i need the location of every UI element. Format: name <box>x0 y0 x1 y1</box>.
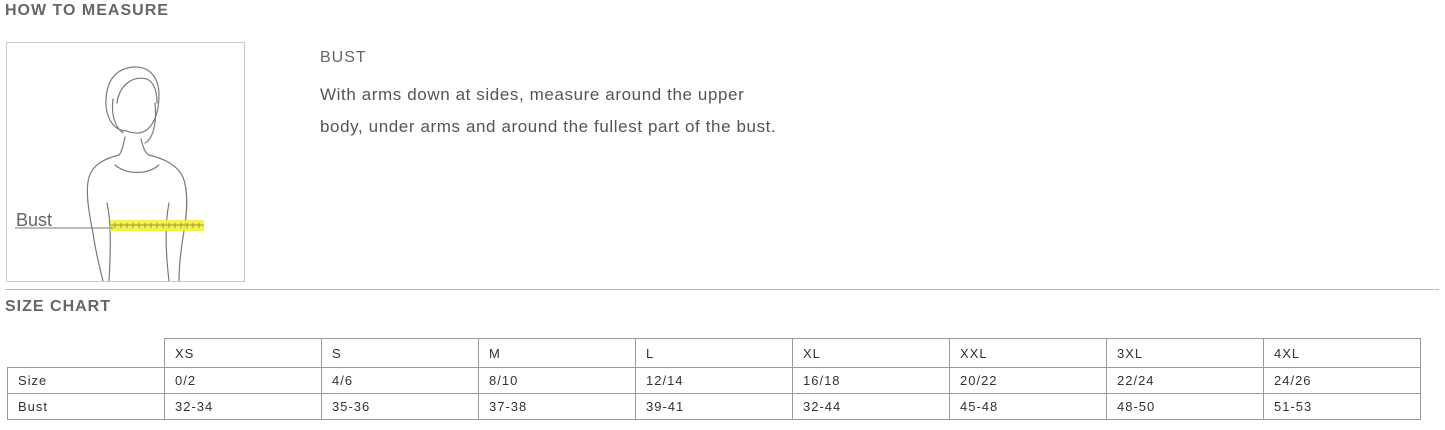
table-cell: 12/14 <box>635 367 793 394</box>
table-cell: 32-44 <box>792 393 950 420</box>
table-cell: 16/18 <box>792 367 950 394</box>
table-cell: 22/24 <box>1106 367 1264 394</box>
section-divider <box>5 289 1439 290</box>
table-cell: 0/2 <box>164 367 322 394</box>
female-figure-icon: Bust <box>15 66 204 281</box>
size-header-cell: XL <box>792 338 950 368</box>
bust-measure-illustration: Bust <box>6 42 245 282</box>
table-cell: 45-48 <box>949 393 1107 420</box>
size-header-cell: XXL <box>949 338 1107 368</box>
row-label: Size <box>7 367 165 394</box>
size-chart-title: SIZE CHART <box>5 298 111 315</box>
table-row: Size 0/2 4/6 8/10 12/14 16/18 20/22 22/2… <box>7 367 1421 394</box>
table-cell: 32-34 <box>164 393 322 420</box>
size-header-cell: 4XL <box>1263 338 1421 368</box>
table-cell: 8/10 <box>478 367 636 394</box>
measure-description: BUST With arms down at sides, measure ar… <box>320 47 790 143</box>
table-corner-cell <box>7 338 165 368</box>
size-header-cell: M <box>478 338 636 368</box>
how-to-measure-title: HOW TO MEASURE <box>5 2 169 19</box>
table-cell: 35-36 <box>321 393 479 420</box>
table-cell: 51-53 <box>1263 393 1421 420</box>
description-text: With arms down at sides, measure around … <box>320 85 777 136</box>
size-chart-table: XS S M L XL XXL 3XL 4XL Size 0/2 4/6 8/1… <box>7 338 1421 420</box>
size-header-cell: XS <box>164 338 322 368</box>
table-cell: 20/22 <box>949 367 1107 394</box>
table-cell: 37-38 <box>478 393 636 420</box>
table-cell: 24/26 <box>1263 367 1421 394</box>
size-header-cell: S <box>321 338 479 368</box>
table-cell: 48-50 <box>1106 393 1264 420</box>
table-header-row: XS S M L XL XXL 3XL 4XL <box>7 338 1421 368</box>
size-header-cell: 3XL <box>1106 338 1264 368</box>
table-cell: 39-41 <box>635 393 793 420</box>
description-heading: BUST <box>320 49 367 66</box>
table-row: Bust 32-34 35-36 37-38 39-41 32-44 45-48… <box>7 393 1421 420</box>
figure-bust-label: Bust <box>16 210 52 230</box>
table-cell: 4/6 <box>321 367 479 394</box>
size-header-cell: L <box>635 338 793 368</box>
row-label: Bust <box>7 393 165 420</box>
